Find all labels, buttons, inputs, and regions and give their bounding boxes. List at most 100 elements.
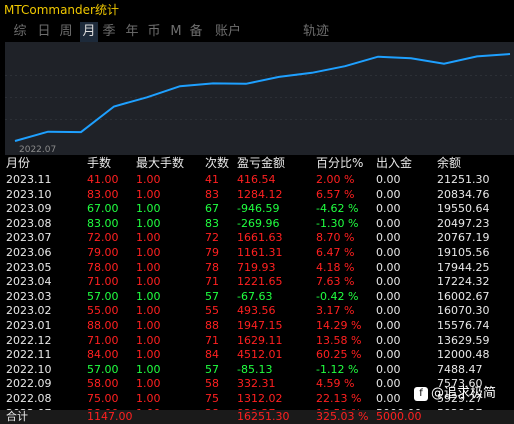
cell-pnl: -67.63 (237, 289, 273, 303)
cell-max-lots: 1.00 (136, 304, 161, 318)
cell-flow: 0.00 (376, 173, 401, 186)
cell-flow: 0.00 (376, 362, 401, 376)
cell-pct: 6.47 % (316, 246, 355, 259)
header-pct: 百分比% (316, 156, 364, 170)
tab-7[interactable]: M (168, 22, 184, 42)
cell-month: 2023.05 (6, 260, 52, 274)
cell-month: 2023.03 (6, 289, 52, 303)
cell-month: 2023.02 (6, 304, 52, 318)
cell-count: 58 (205, 377, 219, 391)
cell-lots: 75.00 (87, 392, 119, 405)
cell-balance: 20497.23 (437, 216, 490, 230)
table-row: 2023.03 57.00 1.00 57 -67.63 -0.42 % 0.00 16002… (0, 290, 514, 304)
cell-balance: 16070.30 (437, 304, 490, 318)
cell-lots: 88.00 (87, 319, 119, 332)
cell-month: 2023.06 (6, 246, 52, 259)
x-tick-label: 2022.07 (19, 145, 56, 155)
tab-4[interactable]: 季 (101, 22, 117, 42)
cell-pnl: 1161.31 (237, 246, 283, 259)
cell-balance: 19550.64 (437, 202, 490, 216)
cell-pct: 2.00 % (316, 173, 355, 186)
cell-balance: 15576.74 (437, 319, 490, 332)
header-balance: 余额 (437, 156, 462, 170)
tab-10[interactable]: 轨迹 (300, 22, 332, 42)
cell-max-lots: 1.00 (136, 333, 161, 347)
header-pnl: 盈亏金额 (237, 156, 286, 170)
cell-lots: 72.00 (87, 231, 119, 245)
cell-pct: 4.18 % (316, 260, 355, 274)
cell-month: 2022.09 (6, 377, 52, 391)
table-row: 2023.08 83.00 1.00 83 -269.96 -1.30 % 0.00 2049… (0, 217, 514, 231)
cell-flow: 0.00 (376, 275, 401, 289)
balance-line-chart: 2022.07 (5, 42, 514, 155)
total-label: 合计 (6, 410, 28, 423)
cell-count: 57 (205, 362, 219, 376)
table-row: 2023.05 78.00 1.00 78 719.93 4.18 % 0.00 17944.… (0, 261, 514, 275)
cell-flow: 0.00 (376, 304, 401, 318)
cell-flow: 0.00 (376, 392, 401, 405)
cell-max-lots: 1.00 (136, 202, 161, 216)
table-row: 2023.11 41.00 1.00 41 416.54 2.00 % 0.00 21251.… (0, 173, 514, 187)
cell-count: 71 (205, 275, 219, 289)
cell-count: 41 (205, 173, 219, 186)
cell-max-lots: 1.00 (136, 216, 161, 230)
cell-month: 2022.12 (6, 333, 52, 347)
cell-lots: 84.00 (87, 348, 119, 362)
table-header: 月份 手数 最大手数 次数 盈亏金额 百分比% 出入金 余额 (0, 156, 514, 170)
tab-9[interactable]: 账户 (213, 22, 243, 42)
cell-pnl: 719.93 (237, 260, 276, 274)
table-row: 2023.07 72.00 1.00 72 1661.63 8.70 % 0.00 20767… (0, 231, 514, 245)
tab-3[interactable]: 月 (80, 22, 98, 42)
cell-month: 2023.10 (6, 187, 52, 201)
cell-month: 2022.10 (6, 362, 52, 376)
cell-flow: 0.00 (376, 319, 401, 332)
cell-flow: 0.00 (376, 289, 401, 303)
cell-lots: 71.00 (87, 333, 119, 347)
cell-balance: 21251.30 (437, 173, 490, 186)
cell-flow: 0.00 (376, 216, 401, 230)
cell-flow: 0.00 (376, 348, 401, 362)
cell-max-lots: 1.00 (136, 392, 161, 405)
header-lots: 手数 (87, 156, 112, 170)
cell-pct: -1.12 % (316, 362, 359, 376)
cell-count: 83 (205, 216, 219, 230)
tab-2[interactable]: 周 (57, 22, 75, 42)
tab-0[interactable]: 综 (12, 22, 28, 42)
cell-lots: 79.00 (87, 246, 119, 259)
tab-8[interactable]: 备 (188, 22, 204, 42)
cell-max-lots: 1.00 (136, 275, 161, 289)
cell-pct: -1.30 % (316, 216, 359, 230)
cell-balance: 20767.19 (437, 231, 490, 245)
tab-5[interactable]: 年 (124, 22, 140, 42)
cell-count: 88 (205, 319, 219, 332)
cell-lots: 83.00 (87, 187, 119, 201)
period-tab-bar: 综日周月季年币 M 备账户 轨迹 (0, 22, 514, 42)
cell-flow: 0.00 (376, 246, 401, 259)
cell-pct: 13.58 % (316, 333, 362, 347)
cell-flow: 0.00 (376, 187, 401, 201)
cell-balance: 12000.48 (437, 348, 490, 362)
cell-lots: 67.00 (87, 202, 119, 216)
cell-lots: 57.00 (87, 362, 119, 376)
cell-pnl: 1629.11 (237, 333, 283, 347)
cell-pct: -0.42 % (316, 289, 359, 303)
cell-pct: -4.62 % (316, 202, 359, 216)
tab-1[interactable]: 日 (36, 22, 52, 42)
table-row: 2023.04 71.00 1.00 71 1221.65 7.63 % 0.00 17224… (0, 275, 514, 289)
cell-max-lots: 1.00 (136, 289, 161, 303)
cell-count: 78 (205, 260, 219, 274)
cell-count: 72 (205, 231, 219, 245)
watermark-text: @追求极简 (431, 386, 497, 401)
cell-month: 2023.11 (6, 173, 52, 186)
table-row: 2023.06 79.00 1.00 79 1161.31 6.47 % 0.00 19105… (0, 246, 514, 260)
cell-flow: 0.00 (376, 333, 401, 347)
cell-flow: 0.00 (376, 231, 401, 245)
cell-pnl: 4512.01 (237, 348, 283, 362)
watermark: f @追求极简 (414, 384, 496, 404)
table-row: 2023.09 67.00 1.00 67 -946.59 -4.62 % 0.00 1955… (0, 202, 514, 216)
table-row: 2022.12 71.00 1.00 71 1629.11 13.58 % 0.00 1362… (0, 334, 514, 348)
cell-balance: 20834.76 (437, 187, 490, 201)
tab-6[interactable]: 币 (146, 22, 162, 42)
cell-month: 2023.04 (6, 275, 52, 289)
table-row: 2023.01 88.00 1.00 88 1947.15 14.29 % 0.00 1557… (0, 319, 514, 333)
